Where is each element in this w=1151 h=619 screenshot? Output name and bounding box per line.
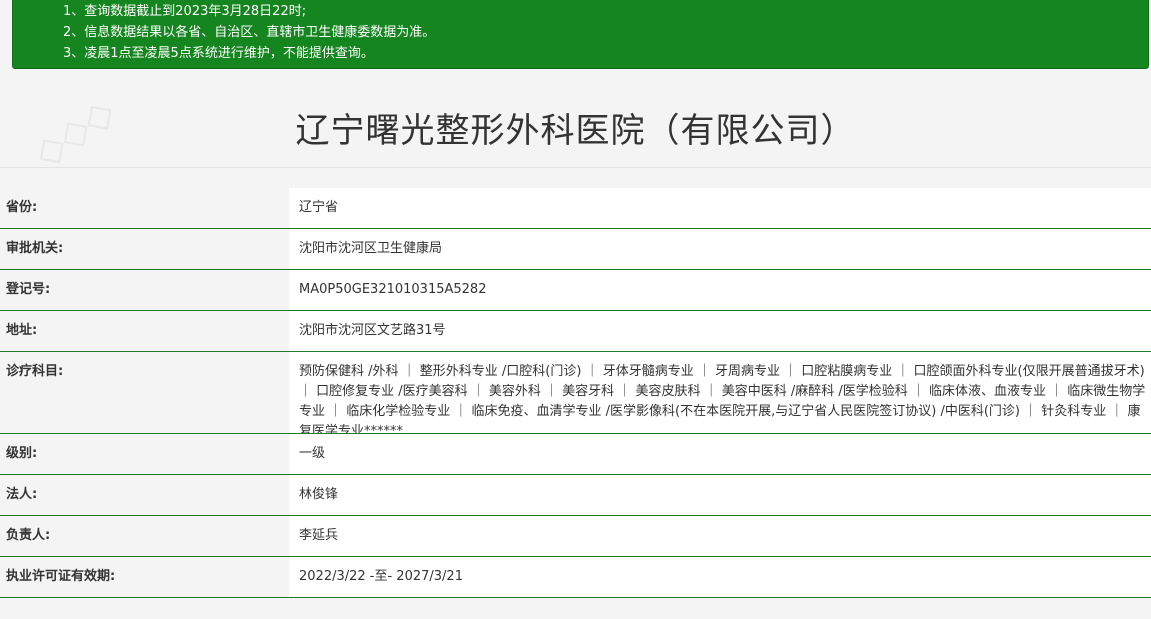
info-table: 省份: 辽宁省 审批机关: 沈阳市沈河区卫生健康局 登记号: MA0P50GE3… xyxy=(0,188,1151,598)
notice-line: 2、信息数据结果以各省、自治区、直辖市卫生健康委数据为准。 xyxy=(63,25,436,40)
table-row: 诊疗科目: 预防保健科 /外科 ｜ 整形外科专业 /口腔科(门诊) ｜ 牙体牙髓… xyxy=(0,352,1151,434)
table-row: 登记号: MA0P50GE321010315A5282 xyxy=(0,270,1151,311)
divider xyxy=(0,167,1151,168)
row-value: 李延兵 xyxy=(289,516,1151,556)
row-value: 沈阳市沈河区卫生健康局 xyxy=(289,229,1151,269)
row-label: 审批机关: xyxy=(0,229,289,269)
notice-line: 3、凌晨1点至凌晨5点系统进行维护，不能提供查询。 xyxy=(63,46,374,61)
table-row: 负责人: 李延兵 xyxy=(0,516,1151,557)
departments-text: 预防保健科 /外科 ｜ 整形外科专业 /口腔科(门诊) ｜ 牙体牙髓病专业 ｜ … xyxy=(299,364,1146,433)
page-title: 辽宁曙光整形外科医院（有限公司） xyxy=(295,111,856,151)
notice-banner: 1、查询数据截止到2023年3月28日22时; 2、信息数据结果以各省、自治区、… xyxy=(12,0,1149,69)
table-row: 地址: 沈阳市沈河区文艺路31号 xyxy=(0,311,1151,352)
row-label: 法人: xyxy=(0,475,289,515)
notice-line: 1、查询数据截止到2023年3月28日22时; xyxy=(63,4,307,19)
row-value: 辽宁省 xyxy=(289,188,1151,228)
table-row: 级别: 一级 xyxy=(0,434,1151,475)
row-label: 地址: xyxy=(0,311,289,351)
row-value: MA0P50GE321010315A5282 xyxy=(289,270,1151,310)
table-row: 法人: 林俊锋 xyxy=(0,475,1151,516)
row-label: 省份: xyxy=(0,188,289,228)
row-label: 负责人: xyxy=(0,516,289,556)
row-label: 级别: xyxy=(0,434,289,474)
row-value: 沈阳市沈河区文艺路31号 xyxy=(289,311,1151,351)
row-value: 预防保健科 /外科 ｜ 整形外科专业 /口腔科(门诊) ｜ 牙体牙髓病专业 ｜ … xyxy=(289,352,1151,433)
table-row: 审批机关: 沈阳市沈河区卫生健康局 xyxy=(0,229,1151,270)
row-value: 林俊锋 xyxy=(289,475,1151,515)
row-label: 执业许可证有效期: xyxy=(0,557,289,597)
row-label: 登记号: xyxy=(0,270,289,310)
row-value: 一级 xyxy=(289,434,1151,474)
table-row: 省份: 辽宁省 xyxy=(0,188,1151,229)
table-row: 执业许可证有效期: 2022/3/22 -至- 2027/3/21 xyxy=(0,557,1151,598)
row-value: 2022/3/22 -至- 2027/3/21 xyxy=(289,557,1151,597)
row-label: 诊疗科目: xyxy=(0,352,289,433)
